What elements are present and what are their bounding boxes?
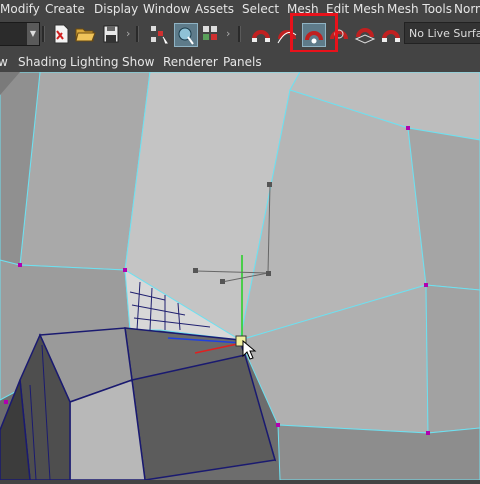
select-by-object-icon[interactable] xyxy=(174,23,198,47)
menu-create[interactable]: Create xyxy=(45,2,85,16)
menu-mesh-tools[interactable]: Mesh Tools xyxy=(387,2,452,16)
panel-menu-shading[interactable]: Shading xyxy=(18,55,67,69)
highlight-box xyxy=(290,13,338,53)
panel-menu-renderer[interactable]: Renderer xyxy=(163,55,218,69)
panel-menu-bar: w Shading Lighting Show Renderer Panels xyxy=(0,52,480,73)
3d-viewport[interactable] xyxy=(0,71,480,481)
main-menu-bar: Modify Create Display Window Assets Sele… xyxy=(0,0,480,18)
chevron-right-icon[interactable]: › xyxy=(226,27,230,40)
panel-menu-lighting[interactable]: Lighting xyxy=(70,55,119,69)
panel-menu-show[interactable]: Show xyxy=(122,55,154,69)
menu-display[interactable]: Display xyxy=(94,2,138,16)
toolbar-divider xyxy=(238,26,241,42)
menu-modify[interactable]: Modify xyxy=(0,2,40,16)
save-scene-icon[interactable] xyxy=(100,23,122,45)
panel-menu-panels[interactable]: Panels xyxy=(223,55,262,69)
menu-select[interactable]: Select xyxy=(242,2,279,16)
toolbar-divider xyxy=(136,26,139,42)
menu-window[interactable]: Window xyxy=(143,2,190,16)
menu-set-dropdown[interactable]: ▼ xyxy=(0,22,40,46)
make-live-icon[interactable] xyxy=(380,23,402,45)
menu-assets[interactable]: Assets xyxy=(195,2,234,16)
menu-normals[interactable]: Norm xyxy=(454,2,480,16)
chevron-down-icon: ▼ xyxy=(27,23,39,45)
new-scene-icon[interactable] xyxy=(50,23,72,45)
viewport-scene xyxy=(0,71,480,481)
open-scene-icon[interactable] xyxy=(74,23,96,45)
toolbar-divider xyxy=(42,26,45,42)
snap-to-live-surface-icon[interactable] xyxy=(354,23,376,45)
chevron-right-icon[interactable]: › xyxy=(126,27,130,40)
panel-menu-view[interactable]: w xyxy=(0,55,8,69)
live-surface-field[interactable]: No Live Surface xyxy=(404,22,480,44)
select-by-hierarchy-icon[interactable] xyxy=(148,23,170,45)
status-line-toolbar: ▼ › › No Live Surface xyxy=(0,18,480,52)
snap-to-grid-icon[interactable] xyxy=(250,23,272,45)
select-by-component-icon[interactable] xyxy=(200,23,222,45)
